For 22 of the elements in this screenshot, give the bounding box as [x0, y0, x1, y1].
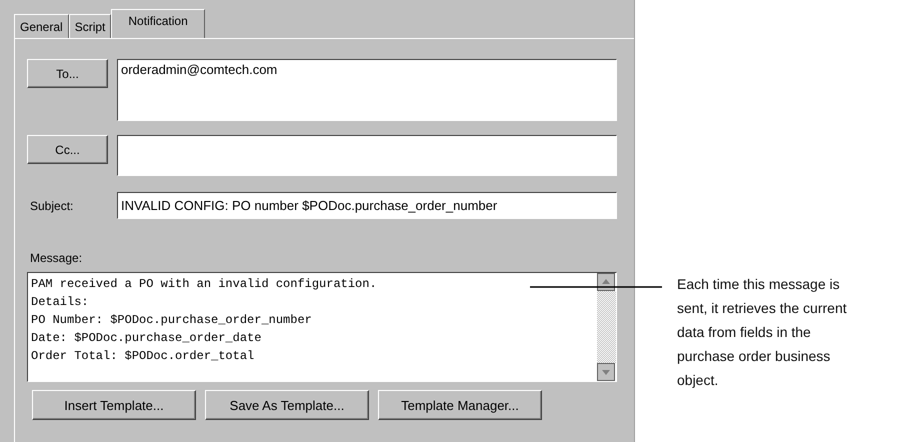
tab[interactable]: Script [68, 14, 112, 38]
template-button[interactable]: Save As Template... [205, 390, 369, 420]
cc-button[interactable]: Cc... [27, 135, 108, 164]
cc-field[interactable] [117, 135, 617, 176]
to-button[interactable]: To... [27, 59, 108, 88]
subject-field[interactable]: INVALID CONFIG: PO number $PODoc.purchase_order_number [117, 192, 617, 219]
template-button[interactable]: Insert Template... [32, 390, 196, 420]
tab[interactable]: General [14, 14, 69, 38]
message-line: Order Total: $PODoc.order_total [31, 348, 256, 365]
message-line: Details: [31, 294, 90, 311]
message-line: Date: $PODoc.purchase_order_date [31, 330, 262, 347]
to-field[interactable]: orderadmin@comtech.com [117, 59, 617, 121]
callout-text: Each time this message is sent, it retrieves the current data from fields in the purchase order business object. [677, 275, 848, 390]
message-label: Message: [29, 251, 84, 265]
template-button[interactable]: Template Manager... [378, 390, 542, 420]
message-line: PAM received a PO with an invalid configuration. [31, 276, 378, 293]
message-field[interactable]: PAM received a PO with an invalid configuration. Details: PO Number: $PODoc.purchase_order_number Date: $PODoc.purchase_order_date Order Total: $PODoc.order_total [27, 272, 617, 382]
scroll-down-icon[interactable] [597, 363, 615, 381]
scrollbar[interactable] [597, 273, 616, 381]
subject-label: Subject: [29, 198, 74, 212]
message-line: PO Number: $PODoc.purchase_order_number [31, 312, 313, 329]
tab[interactable]: Notification [111, 9, 205, 38]
